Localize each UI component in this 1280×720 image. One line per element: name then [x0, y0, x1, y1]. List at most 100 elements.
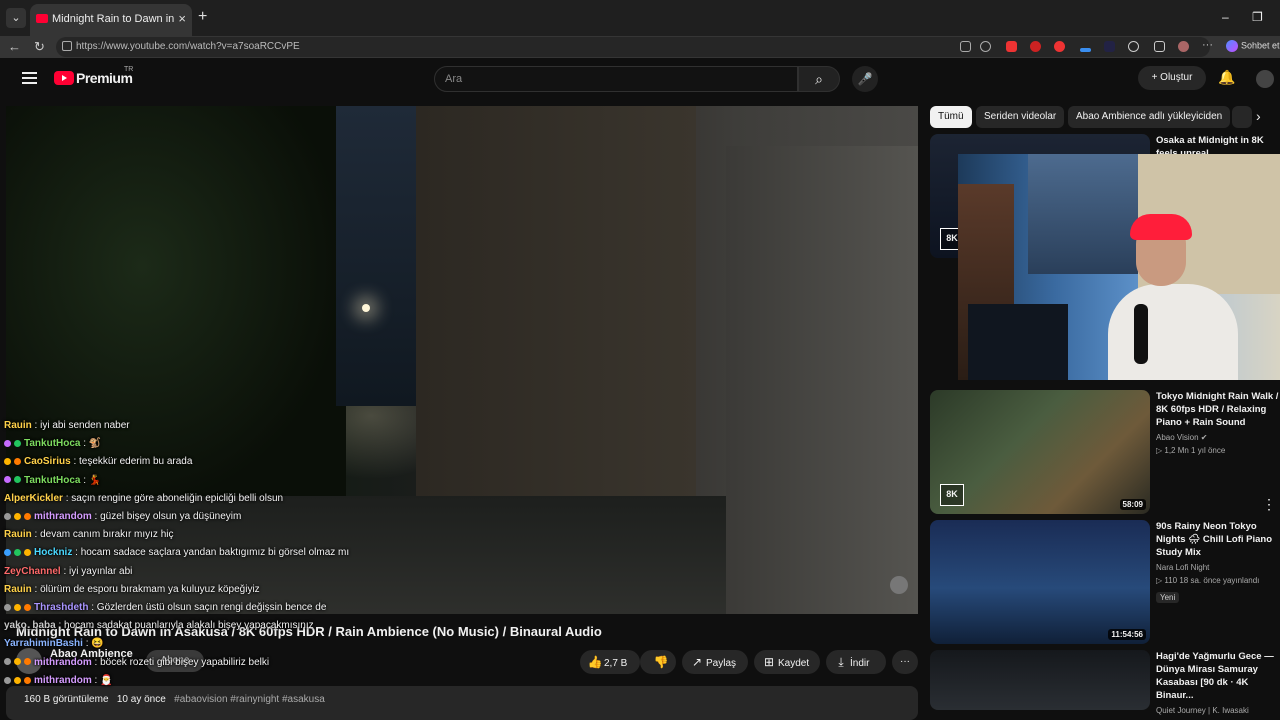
search-button[interactable]: ⌕ [798, 66, 840, 92]
rec-channel[interactable]: Abao Vision ✔ [1156, 431, 1280, 444]
chat-badge-icon [4, 603, 11, 611]
chat-username: TankutHoca [24, 474, 81, 486]
rec-thumbnail[interactable]: 11:54:56 [930, 520, 1150, 644]
search-icon: ⌕ [815, 71, 823, 87]
back-icon[interactable]: ← [8, 39, 21, 54]
cam-monitor [968, 304, 1068, 380]
player-overlay-icon[interactable] [890, 576, 908, 594]
chat-message: CaoSirius : teşekkür ederim bu arada [4, 454, 192, 470]
app-icon[interactable] [960, 41, 971, 52]
extension-icon[interactable] [1006, 41, 1017, 52]
hashtags[interactable]: #abaovision #rainynight #asakusa [174, 694, 325, 705]
site-info-icon[interactable] [62, 41, 72, 51]
chat-message: AlperKickler : saçın rengine göre abonel… [4, 492, 284, 504]
minimize-button[interactable]: – [1222, 10, 1229, 24]
favorite-star-icon[interactable] [980, 41, 991, 52]
chat-username: ZeyChannel [4, 565, 61, 577]
extensions-puzzle-icon[interactable] [1154, 41, 1165, 52]
extension-icon[interactable] [1080, 48, 1091, 52]
save-button[interactable]: ⊞ Kaydet [754, 650, 820, 674]
profile-icon[interactable] [1178, 41, 1189, 52]
rec-item[interactable]: Hagi'de Yağmurlu Gece — Dünya Mirası Sam… [930, 650, 1280, 715]
chat-badge-icon [14, 676, 21, 684]
tab-title: Midnight Rain to Dawn in Asakusa [52, 13, 174, 25]
chat-message: Thrashdeth : Gözlerden üstü olsun saçın … [4, 600, 326, 616]
chat-text: iyi yayınlar abi [69, 565, 133, 577]
account-avatar[interactable] [1256, 70, 1274, 88]
more-menu-icon[interactable]: ··· [1202, 39, 1213, 51]
voice-search-icon[interactable]: 🎤 [852, 66, 878, 92]
chat-text: böcek rozeti gibi bişey yapabiliriz belk… [100, 656, 270, 668]
save-label: Kaydet [778, 658, 810, 669]
extension-icon[interactable] [1030, 41, 1041, 52]
maximize-button[interactable]: ❐ [1252, 10, 1263, 24]
chat-badge-icon [24, 603, 31, 611]
upload-age: 10 ay önce [116, 694, 166, 705]
rec-info: Tokyo Midnight Rain Walk / 8K 60fps HDR … [1156, 390, 1280, 457]
scene-sky [336, 106, 416, 406]
logo-region: TR [124, 66, 134, 73]
notifications-bell-icon[interactable]: 🔔 [1218, 69, 1235, 86]
rec-channel[interactable]: Quiet Journey | K. Iwasaki [1156, 704, 1280, 717]
chat-text: hocam sadace saçlara yandan baktıgımız b… [80, 547, 350, 559]
rec-duration: 11:54:56 [1108, 629, 1146, 640]
chat-badge-icon [4, 512, 11, 520]
description-box[interactable]: 160 B görüntüleme 10 ay önce #abaovision… [6, 686, 918, 720]
rec-thumbnail[interactable]: 8K 58:09 [930, 390, 1150, 514]
chat-badge-icon [14, 440, 21, 448]
dislike-icon: 👎 [653, 655, 669, 669]
download-label: İndir [850, 658, 870, 669]
copilot-button[interactable]: Sohbet et [1226, 40, 1280, 52]
cam-microphone [1134, 304, 1148, 364]
chip-all[interactable]: Tümü [930, 106, 972, 128]
chat-text: ölürüm de esporu bırakmam ya kuluyuz köp… [40, 583, 260, 595]
share-button[interactable]: ↗ Paylaş [682, 650, 748, 674]
scene-street-lamp [362, 304, 370, 312]
chat-username: mithrandom [34, 674, 92, 686]
chat-username: Thrashdeth [34, 602, 89, 613]
chat-username: CaoSirius [24, 456, 71, 468]
extension-icon[interactable] [1054, 41, 1065, 52]
chip-more[interactable] [1232, 106, 1252, 128]
tab-list-button[interactable]: ⌄ [6, 8, 26, 28]
search-input[interactable]: Ara [434, 66, 798, 92]
like-icon: 👍 [587, 655, 603, 669]
chip-series[interactable]: Seriden videolar [976, 106, 1065, 128]
chat-text: 💃 [88, 474, 102, 486]
dislike-button[interactable]: 👎 [640, 650, 676, 674]
extension-icon[interactable] [1104, 41, 1115, 52]
like-button[interactable]: 👍 2,7 B [580, 650, 640, 674]
chat-username: mithrandom [34, 656, 92, 668]
rec-menu-icon[interactable]: ⋮ [1262, 496, 1276, 513]
chat-badge-icon [4, 476, 11, 484]
chat-text: saçın rengine göre aboneliğin epicliği b… [71, 492, 284, 504]
more-actions-button[interactable]: ··· [892, 650, 918, 674]
create-button[interactable]: + Oluştur [1138, 66, 1206, 90]
youtube-header: Premium TR Ara ⌕ 🎤 + Oluştur 🔔 [0, 58, 1280, 104]
chevron-right-icon[interactable]: › [1256, 108, 1261, 124]
rec-item[interactable]: 11:54:56 90s Rainy Neon Tokyo Nights 🌧 C… [930, 520, 1280, 644]
reload-icon[interactable]: ↻ [34, 39, 45, 55]
cam-poster [1028, 154, 1148, 274]
new-tab-button[interactable]: + [198, 8, 207, 26]
tab-close-icon[interactable]: × [178, 11, 186, 26]
chat-text: güzel bişey olsun ya düşüneyim [100, 511, 242, 522]
download-button[interactable]: ⤓ İndir [826, 650, 886, 674]
chat-badge-icon [24, 658, 31, 666]
refresh-extension-icon[interactable] [1128, 41, 1139, 52]
menu-icon[interactable] [22, 72, 37, 84]
rec-channel[interactable]: Nara Lofi Night [1156, 561, 1280, 574]
chat-message: ZeyChannel : iyi yayınlar abi [4, 565, 133, 577]
browser-tabstrip: ⌄ Midnight Rain to Dawn in Asakusa × + –… [0, 0, 1280, 36]
chat-text: hocam sadakat puanlarıyla alakalı bişey … [64, 620, 314, 632]
browser-tab[interactable]: Midnight Rain to Dawn in Asakusa × [30, 4, 192, 36]
chip-uploader[interactable]: Abao Ambience adlı yükleyiciden [1068, 106, 1231, 128]
rec-title: Hagi'de Yağmurlu Gece — Dünya Mirası Sam… [1156, 651, 1274, 701]
stream-chat-overlay: Rauin : iyi abi senden naber TankutHoca :… [0, 404, 372, 690]
more-icon: ··· [900, 656, 910, 667]
new-badge: Yeni [1156, 592, 1180, 603]
youtube-favicon-icon [36, 14, 48, 23]
rec-item[interactable]: 8K 58:09 Tokyo Midnight Rain Walk / 8K 6… [930, 390, 1280, 514]
cam-person-hair [1130, 214, 1192, 240]
rec-thumbnail[interactable] [930, 650, 1150, 710]
